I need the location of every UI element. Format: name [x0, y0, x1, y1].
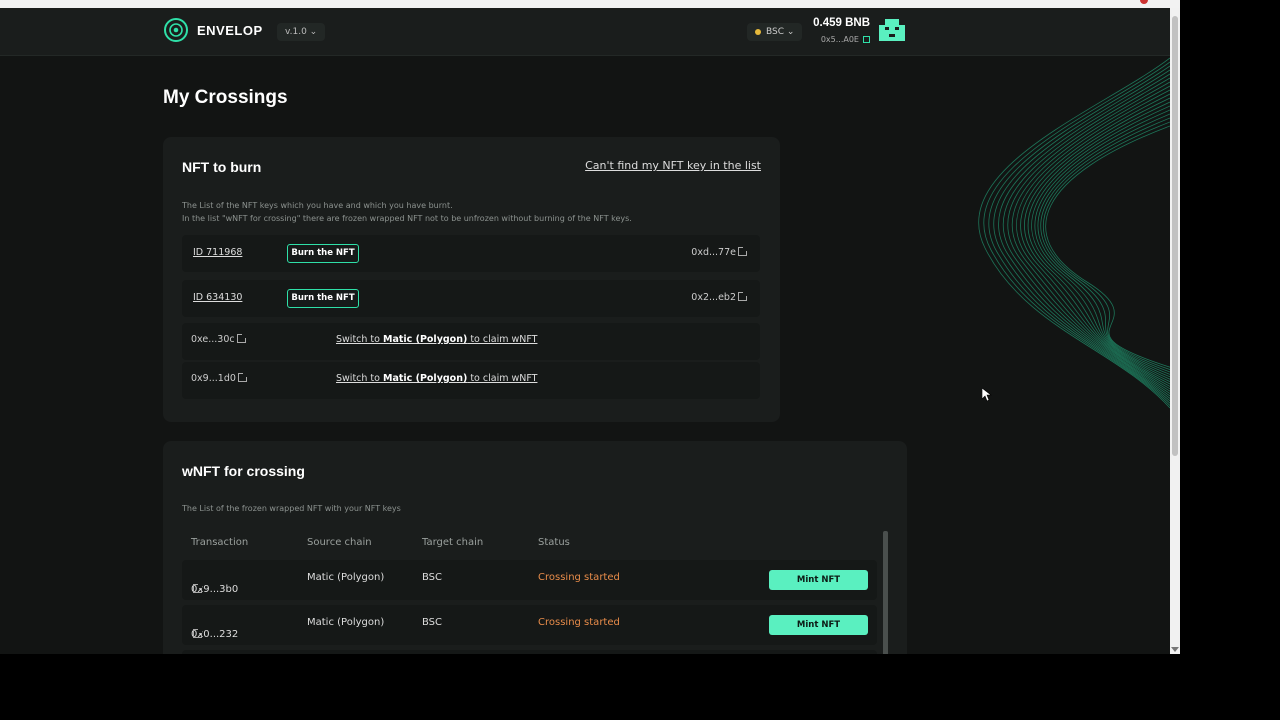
- hash-text: 0xe...30c: [191, 334, 235, 345]
- switch-prefix: Switch to: [336, 334, 383, 345]
- nft-to-burn-title: NFT to burn: [182, 159, 262, 175]
- table-scrollbar[interactable]: [883, 531, 888, 654]
- wave-decoration: [978, 57, 1170, 409]
- avatar[interactable]: [877, 17, 907, 45]
- list-item: ID 711968 Burn the NFT 0xd...77e: [182, 235, 760, 272]
- list-item: 0xe...30c Switch to Matic (Polygon) to c…: [182, 323, 760, 360]
- copy-icon[interactable]: [863, 36, 870, 43]
- transaction-hash[interactable]: 0xe...30c: [191, 334, 246, 345]
- bsc-dot-icon: [755, 29, 761, 35]
- contract-hash[interactable]: 0xd...77e: [691, 247, 747, 258]
- nft-to-burn-card: NFT to burn Can't find my NFT key in the…: [163, 137, 780, 422]
- column-transaction: Transaction: [191, 537, 249, 548]
- switch-chain: Matic (Polygon): [383, 373, 468, 384]
- source-chain: Matic (Polygon): [307, 617, 385, 628]
- nft-id-link[interactable]: ID 634130: [193, 292, 242, 303]
- mint-nft-button[interactable]: Mint NFT: [769, 570, 868, 590]
- table-row: 0x0...232 Matic (Polygon) BSC Crossing s…: [182, 605, 877, 645]
- mouse-cursor-icon: [982, 388, 992, 402]
- status-badge: Crossing started: [538, 572, 620, 583]
- external-link-icon[interactable]: [236, 334, 246, 343]
- column-target-chain: Target chain: [422, 537, 484, 548]
- version-select[interactable]: v.1.0 ⌄: [277, 23, 326, 41]
- transaction-hash[interactable]: 0x9...1d0: [191, 373, 247, 384]
- table-row: 0x9...3b0 Matic (Polygon) BSC Crossing s…: [182, 560, 877, 600]
- wave-line: [993, 69, 1170, 402]
- hash-text: 0x2...eb2: [691, 292, 736, 303]
- scrollbar-thumb[interactable]: [1172, 16, 1178, 456]
- list-item: ID 634130 Burn the NFT 0x2...eb2: [182, 280, 760, 317]
- switch-network-link[interactable]: Switch to Matic (Polygon) to claim wNFT: [336, 334, 537, 345]
- browser-indicator-icon: [1140, 0, 1148, 4]
- scroll-down-arrow-icon[interactable]: [1171, 647, 1179, 652]
- list-item: 0x9...1d0 Switch to Matic (Polygon) to c…: [182, 362, 760, 399]
- wnft-for-crossing-title: wNFT for crossing: [182, 463, 305, 479]
- hash-text: 0xd...77e: [691, 247, 736, 258]
- logo-text: ENVELOP: [197, 22, 263, 38]
- external-link-icon[interactable]: [738, 292, 747, 301]
- switch-network-link[interactable]: Switch to Matic (Polygon) to claim wNFT: [336, 373, 537, 384]
- wave-line: [978, 57, 1170, 409]
- page-viewport: ENVELOP v.1.0 ⌄ BSC ⌄ 0.459 BNB 0x5...A0…: [0, 8, 1170, 654]
- wnft-for-crossing-card: wNFT for crossing The List of the frozen…: [163, 441, 907, 654]
- hash-text: 0x9...1d0: [191, 373, 236, 384]
- target-chain: BSC: [422, 617, 443, 628]
- switch-prefix: Switch to: [336, 373, 383, 384]
- column-source-chain: Source chain: [307, 537, 372, 548]
- nft-to-burn-description: The List of the NFT keys which you have …: [182, 199, 632, 225]
- page-scrollbar[interactable]: [1170, 8, 1180, 654]
- cant-find-nft-link[interactable]: Can't find my NFT key in the list: [585, 159, 761, 172]
- switch-chain: Matic (Polygon): [383, 334, 468, 345]
- switch-suffix: to claim wNFT: [467, 334, 538, 345]
- burn-nft-button[interactable]: Burn the NFT: [287, 289, 359, 308]
- burn-nft-button[interactable]: Burn the NFT: [287, 244, 359, 263]
- column-status: Status: [538, 537, 570, 548]
- wave-line: [1002, 77, 1170, 397]
- target-chain: BSC: [422, 572, 443, 583]
- desc-line-2: In the list "wNFT for crossing" there ar…: [182, 214, 632, 223]
- source-chain: Matic (Polygon): [307, 572, 385, 583]
- mint-nft-button[interactable]: Mint NFT: [769, 615, 868, 635]
- page-title: My Crossings: [163, 87, 288, 108]
- desc-line-1: The List of the NFT keys which you have …: [182, 201, 453, 210]
- wave-line: [1027, 101, 1170, 382]
- external-link-icon[interactable]: [237, 373, 247, 382]
- browser-top-strip: [0, 0, 1180, 8]
- contract-hash[interactable]: 0x2...eb2: [691, 292, 747, 303]
- logo[interactable]: ENVELOP: [163, 17, 263, 43]
- switch-suffix: to claim wNFT: [467, 373, 538, 384]
- external-link-icon[interactable]: [193, 629, 202, 638]
- wallet-balance: 0.459 BNB: [813, 17, 870, 29]
- wallet-address-text: 0x5...A0E: [820, 35, 859, 44]
- wave-line: [988, 65, 1170, 404]
- table-row: [182, 650, 877, 654]
- wave-line: [983, 61, 1170, 406]
- wnft-for-crossing-description: The List of the frozen wrapped NFT with …: [182, 504, 401, 513]
- external-link-icon[interactable]: [738, 247, 747, 256]
- envelop-logo-icon: [164, 18, 188, 42]
- external-link-icon[interactable]: [193, 584, 202, 593]
- nft-id-link[interactable]: ID 711968: [193, 247, 242, 258]
- status-badge: Crossing started: [538, 617, 620, 628]
- wallet-address[interactable]: 0x5...A0E: [790, 35, 870, 44]
